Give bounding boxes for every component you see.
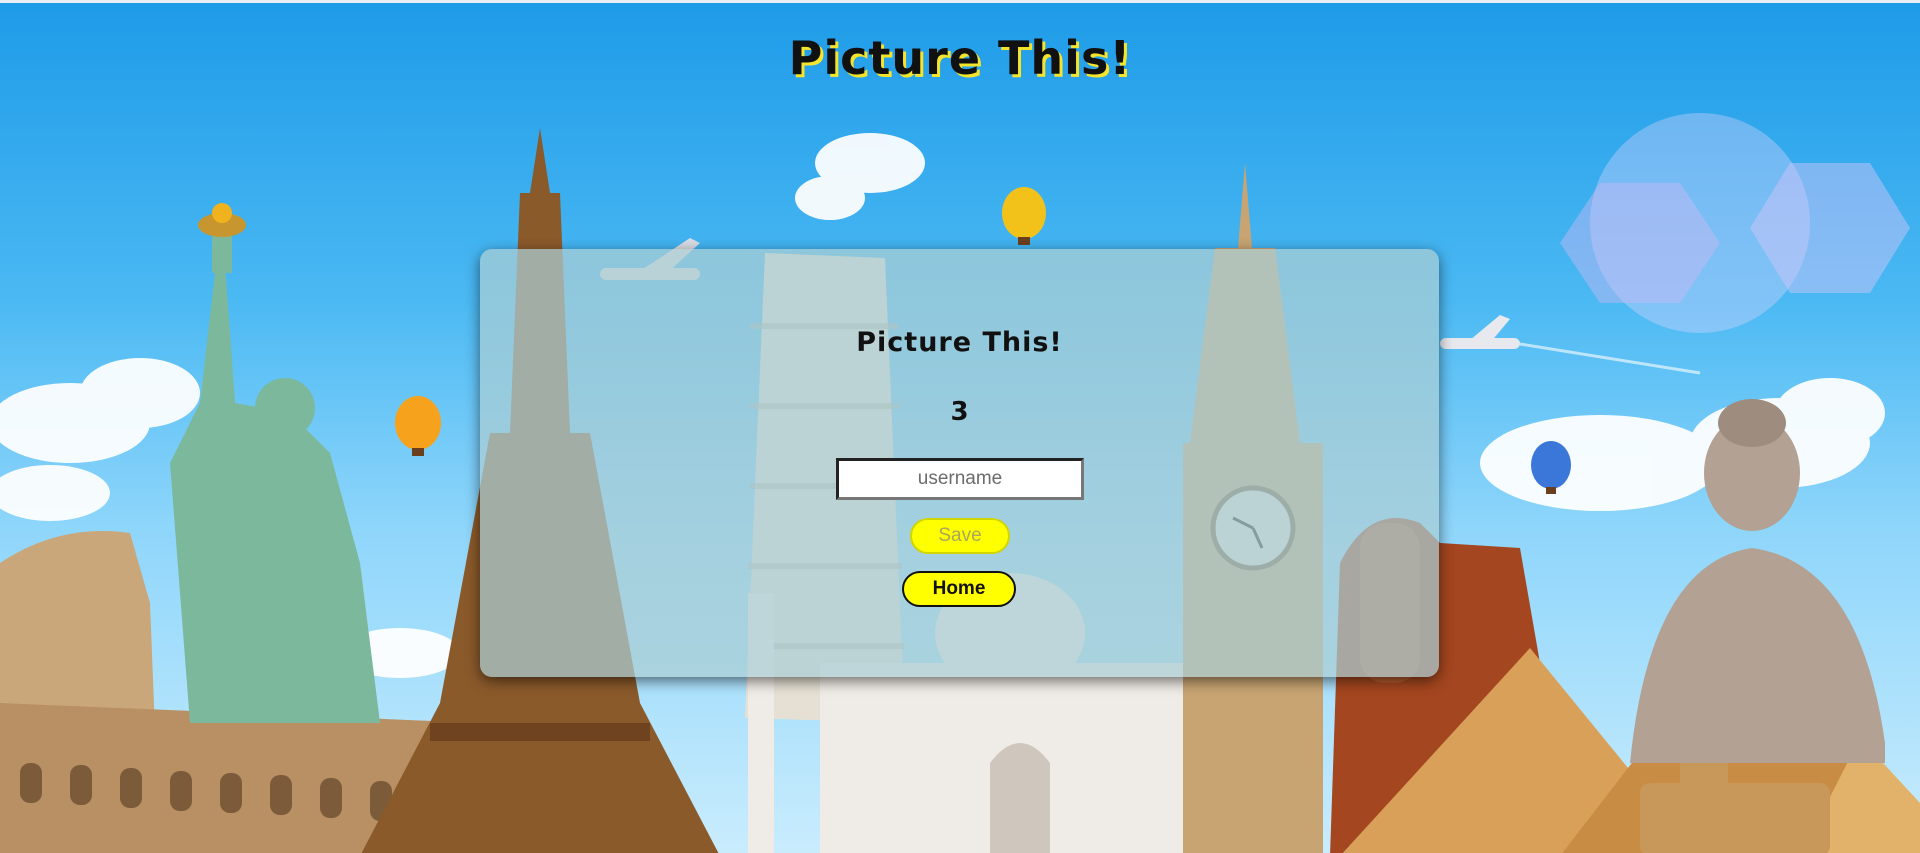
save-button[interactable]: Save — [910, 518, 1010, 554]
panel-title: Picture This! — [856, 327, 1063, 358]
score-value: 3 — [950, 397, 969, 427]
username-input[interactable] — [836, 458, 1084, 500]
page: Picture This! Picture This! 3 Save Home — [0, 0, 1920, 853]
home-button[interactable]: Home — [902, 571, 1016, 607]
page-title: Picture This! — [788, 31, 1132, 85]
hot-air-balloon — [395, 396, 441, 456]
statue-of-liberty — [170, 203, 380, 723]
save-score-panel: Picture This! 3 Save Home — [480, 249, 1439, 677]
hot-air-balloon — [1002, 187, 1046, 245]
